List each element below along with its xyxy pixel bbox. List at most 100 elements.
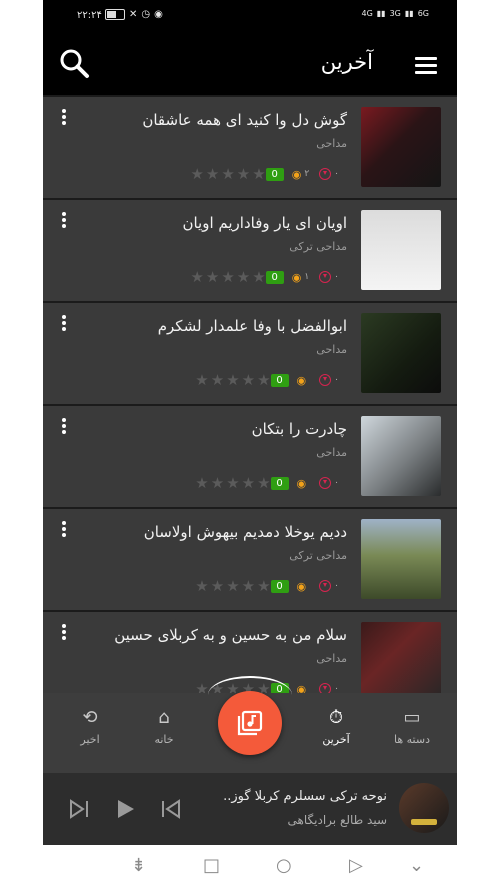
list-item[interactable]: گوش دل وا کنید ای همه عاشقان مداحی ★ ★ ★ ★ ★… <box>43 97 457 200</box>
eye-icon: ◉ <box>291 270 302 284</box>
music-library-button[interactable] <box>218 691 282 755</box>
more-vert-icon[interactable] <box>61 418 67 438</box>
downloads-number: ۰ <box>334 375 339 385</box>
track-thumbnail <box>361 519 441 599</box>
player-track-title: نوحه ترکی سسلرم کربلا گوز.. <box>223 789 387 804</box>
star-icon: ★ <box>205 268 220 286</box>
track-meta: ★ ★ ★ ★ ★ 0 ◉ ۰ <box>195 474 347 492</box>
chevron-down-icon[interactable]: ⌄ <box>409 857 424 875</box>
more-vert-icon[interactable] <box>61 624 67 644</box>
tab-latest[interactable]: ⏱ آخرین <box>301 707 371 746</box>
star-icon: ★ <box>195 577 209 595</box>
app-bar: آخرین <box>43 33 457 95</box>
back-triangle-icon[interactable]: ▷ <box>349 857 363 875</box>
network-3g: 3G <box>389 9 401 18</box>
tab-recent-label: اخیر <box>80 733 100 746</box>
system-navigation-bar: ⇟ □ ○ ▷ ⌄ <box>43 845 457 889</box>
mini-player[interactable]: نوحه ترکی سسلرم کربلا گوز.. سید طالع برا… <box>43 773 457 845</box>
download-icon <box>319 168 332 180</box>
rating-stars[interactable]: ★ ★ ★ ★ ★ <box>195 371 270 389</box>
previous-icon[interactable] <box>159 797 183 825</box>
history-icon: ⟲ <box>82 707 98 728</box>
star-icon: ★ <box>241 371 256 389</box>
star-icon: ★ <box>190 268 204 286</box>
star-icon: ★ <box>241 474 256 492</box>
views-count: ◉ <box>297 580 310 593</box>
downloads-number: ۰ <box>334 272 339 282</box>
downloads-count: ۰ <box>319 168 339 180</box>
track-meta: ★ ★ ★ ★ ★ 0 ◉ ۲ ۰ <box>190 165 347 183</box>
star-icon: ★ <box>190 165 204 183</box>
more-vert-icon[interactable] <box>61 109 67 129</box>
star-icon: ★ <box>257 577 271 595</box>
search-icon[interactable] <box>59 48 91 80</box>
tab-recent[interactable]: ⟲ اخیر <box>55 707 125 746</box>
tab-categories-label: دسته ها <box>394 733 430 746</box>
downloads-count: ۰ <box>319 271 339 283</box>
track-category: مداحی ترکی <box>289 549 347 562</box>
track-title: ابوالفضل با وفا علمدار لشکرم <box>157 317 347 335</box>
tab-home[interactable]: ⌂ خانه <box>129 707 199 746</box>
downloads-count: ۰ <box>319 580 339 592</box>
more-vert-icon[interactable] <box>61 315 67 335</box>
tab-categories[interactable]: ▭ دسته ها <box>377 707 447 746</box>
track-category: مداحی <box>316 343 347 356</box>
recents-square-icon[interactable]: □ <box>203 857 220 875</box>
star-icon: ★ <box>221 165 235 183</box>
track-category: مداحی <box>316 446 347 459</box>
rating-stars[interactable]: ★ ★ ★ ★ ★ <box>190 165 265 183</box>
star-icon: ★ <box>226 474 240 492</box>
download-arrow-icon[interactable]: ⇟ <box>131 857 146 875</box>
network-6g: 6G <box>417 9 429 18</box>
star-icon: ★ <box>195 474 209 492</box>
eye-icon: ◉ <box>291 167 302 181</box>
score-badge: 0 <box>270 579 289 593</box>
star-icon: ★ <box>226 577 240 595</box>
downloads-number: ۰ <box>334 478 339 488</box>
alarm-icon: ◷ <box>141 9 151 20</box>
track-meta: ★ ★ ★ ★ ★ 0 ◉ ۱ ۰ <box>190 268 347 286</box>
rating-stars[interactable]: ★ ★ ★ ★ ★ <box>195 577 270 595</box>
track-thumbnail <box>361 622 441 702</box>
eye-icon: ◉ <box>296 579 307 593</box>
list-item[interactable]: چادرت را بتکان مداحی ★ ★ ★ ★ ★ 0 ◉ ۰ <box>43 406 457 509</box>
list-item[interactable]: ابوالفضل با وفا علمدار لشکرم مداحی ★ ★ ★ ★ ★… <box>43 303 457 406</box>
download-icon <box>319 374 332 386</box>
track-title: چادرت را بتکان <box>251 420 347 438</box>
list-item[interactable]: اویان ای یار وفاداریم اویان مداحی ترکی ★… <box>43 200 457 303</box>
home-circle-icon[interactable]: ○ <box>276 857 292 875</box>
star-icon: ★ <box>257 371 271 389</box>
star-icon: ★ <box>205 165 220 183</box>
downloads-number: ۰ <box>334 581 339 591</box>
player-avatar <box>399 783 449 833</box>
track-thumbnail <box>361 107 441 187</box>
hamburger-icon[interactable] <box>415 57 437 75</box>
tab-home-label: خانه <box>154 733 174 746</box>
next-icon[interactable] <box>67 797 91 825</box>
track-title: اویان ای یار وفاداریم اویان <box>182 214 347 232</box>
play-icon[interactable] <box>113 797 137 825</box>
list-item[interactable]: ددیم یوخلا دمدیم بیهوش اولاسان مداحی ترک… <box>43 509 457 612</box>
track-category: مداحی <box>316 652 347 665</box>
star-icon: ★ <box>252 165 266 183</box>
signal-icon-2: ▮▮ <box>404 9 414 18</box>
battery-icon <box>105 9 125 20</box>
download-icon <box>319 580 332 592</box>
download-icon <box>319 271 332 283</box>
rating-stars[interactable]: ★ ★ ★ ★ ★ <box>195 474 270 492</box>
track-title: سلام من به حسین و به کربلای حسین <box>114 626 347 644</box>
status-left-icons: ✕ ◷ ◉ <box>105 9 163 20</box>
rating-stars[interactable]: ★ ★ ★ ★ ★ <box>190 268 265 286</box>
more-vert-icon[interactable] <box>61 212 67 232</box>
star-icon: ★ <box>241 577 256 595</box>
mute-icon: ✕ <box>129 9 138 20</box>
track-list: گوش دل وا کنید ای همه عاشقان مداحی ★ ★ ★ ★ ★… <box>43 97 457 715</box>
star-icon: ★ <box>252 268 266 286</box>
downloads-count: ۰ <box>319 374 339 386</box>
track-meta: ★ ★ ★ ★ ★ 0 ◉ ۰ <box>195 371 347 389</box>
network-4g: 4G <box>361 9 373 18</box>
folder-icon: ▭ <box>403 707 421 728</box>
more-vert-icon[interactable] <box>61 521 67 541</box>
track-thumbnail <box>361 313 441 393</box>
star-icon: ★ <box>195 371 209 389</box>
